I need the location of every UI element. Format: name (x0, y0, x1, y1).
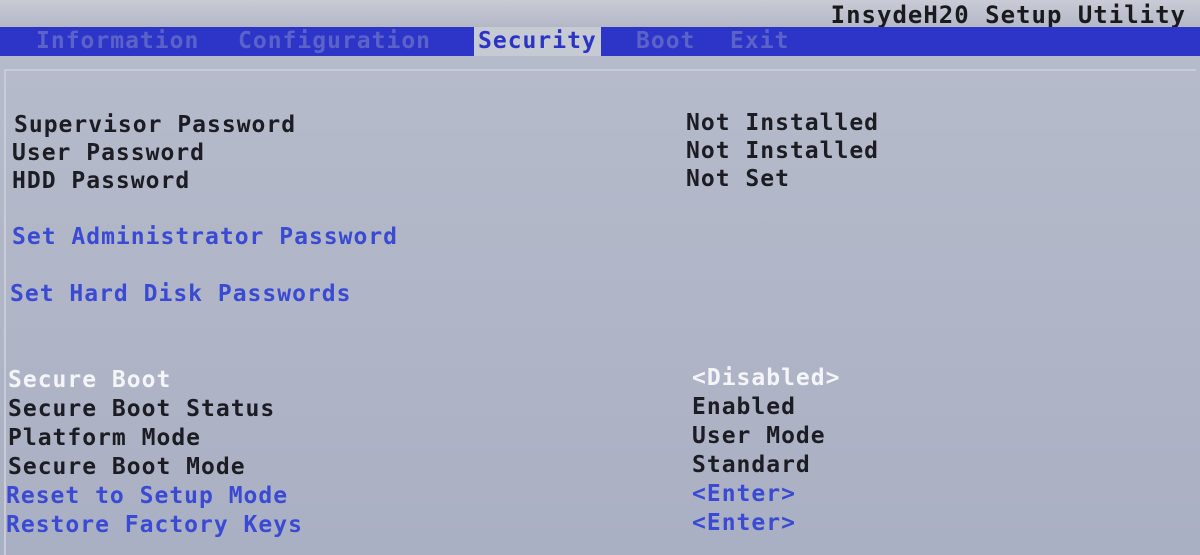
tab-information[interactable]: Information (36, 27, 199, 56)
menu-bar: Information Configuration Security Boot … (0, 27, 1200, 56)
title-bar: InsydeH20 Setup Utility (0, 0, 1200, 29)
tab-configuration[interactable]: Configuration (238, 27, 431, 56)
tab-exit[interactable]: Exit (730, 27, 789, 56)
secure-boot-label[interactable]: Secure Boot (8, 367, 171, 393)
app-title: InsydeH20 Setup Utility (830, 1, 1186, 29)
secure-boot-status-label: Secure Boot Status (8, 396, 276, 422)
restore-factory-keys-value[interactable]: <Enter> (692, 510, 796, 536)
secure-boot-status-value: Enabled (692, 394, 796, 420)
secure-boot-mode-label: Secure Boot Mode (8, 454, 246, 480)
platform-mode-label: Platform Mode (8, 425, 202, 451)
user-password-value: Not Installed (686, 138, 880, 164)
set-administrator-password-item[interactable]: Set Administrator Password (12, 224, 398, 250)
reset-to-setup-mode-item[interactable]: Reset to Setup Mode (6, 483, 288, 509)
restore-factory-keys-item[interactable]: Restore Factory Keys (6, 512, 303, 538)
supervisor-password-value: Not Installed (686, 110, 880, 136)
platform-mode-value: User Mode (692, 423, 826, 449)
set-hard-disk-passwords-item[interactable]: Set Hard Disk Passwords (10, 281, 352, 307)
panel-top-divider (4, 69, 1196, 71)
supervisor-password-label: Supervisor Password (14, 112, 297, 138)
reset-to-setup-mode-value[interactable]: <Enter> (692, 481, 796, 507)
tab-boot[interactable]: Boot (636, 27, 695, 56)
tab-security[interactable]: Security (474, 27, 601, 56)
hdd-password-label: HDD Password (12, 168, 191, 194)
secure-boot-value[interactable]: <Disabled> (692, 365, 840, 391)
secure-boot-mode-value: Standard (692, 452, 811, 478)
hdd-password-value: Not Set (686, 166, 790, 192)
user-password-label: User Password (12, 140, 206, 166)
